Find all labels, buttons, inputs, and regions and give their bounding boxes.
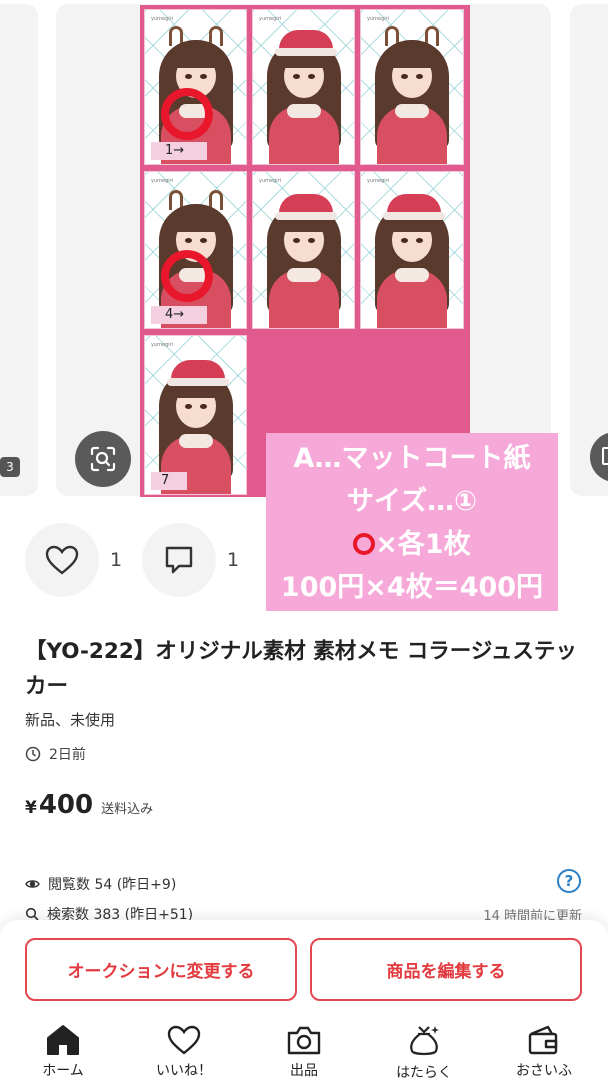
clock-icon [25,746,41,762]
view-stats: 閲覧数 54 (昨日+9) [25,874,176,894]
tab-wallet-label: おさいふ [516,1063,572,1079]
circle-mark-icon [353,533,376,555]
overlay-line: 100円×4枚＝400円 [280,572,544,603]
price-overlay-note: A…マットコート紙 サイズ…① ×各1枚 100円×4枚＝400円 [266,433,558,611]
sticker-panel: yumegiri [252,9,355,165]
posted-time: 2日前 [25,744,86,764]
price-amount: 400 [38,790,94,820]
selection-circle-mark [161,250,213,302]
shipping-note: 送料込み [101,802,154,817]
item-title: 【YO-222】オリジナル素材 素材メモ コラージュステッカー [25,639,577,699]
money-bag-icon [410,1026,439,1056]
posted-time-text: 2日前 [49,747,86,763]
sheet-number-label: 4→ [151,306,207,324]
lens-scan-icon [90,446,116,472]
tab-wallet[interactable]: おさいふ [489,1024,599,1080]
comment-count: 1 [227,549,240,571]
overlay-line: サイズ…① [346,486,478,517]
tab-likes[interactable]: いいね！ [129,1024,239,1080]
search-icon [25,907,39,921]
like-count: 1 [110,549,123,571]
tab-work-label: はたらく [396,1065,452,1080]
product-image[interactable]: yumegiri 1→ yumegiri yumegiri yumegiri 4… [140,5,470,497]
price: ¥ 400 送料込み [25,790,153,820]
sticker-panel: yumegiri 1→ [144,9,247,165]
illustration [367,26,457,164]
heart-icon [167,1025,201,1055]
sticker-panel: yumegiri [360,9,464,165]
like-button[interactable] [25,523,99,597]
tab-sell-label: 出品 [290,1063,318,1079]
tab-likes-label: いいね！ [156,1063,212,1079]
sticker-panel: yumegiri [252,171,355,329]
heart-icon [45,545,79,575]
image-search-button[interactable] [75,431,131,487]
page-indicator: 3 [0,457,20,477]
sticker-panel: yumegiri 4→ [144,171,247,329]
overlay-line: A…マットコート紙 [293,443,531,474]
illustration [259,190,349,328]
home-icon [47,1025,79,1055]
next-image-card[interactable] [570,4,608,496]
illustration [259,26,349,164]
tab-home-label: ホーム [42,1063,84,1079]
eye-icon [25,880,40,888]
help-icon[interactable]: ? [557,869,581,893]
bottom-tab-bar: ホーム いいね！ 出品 はたらく おさいふ [0,1024,608,1080]
sheet-number-label: 1→ [151,142,207,160]
wallet-icon [528,1025,558,1055]
previous-image-card[interactable] [0,4,38,496]
comment-button[interactable] [142,523,216,597]
tab-home[interactable]: ホーム [8,1024,118,1080]
price-currency: ¥ [25,798,37,818]
item-condition: 新品、未使用 [25,711,116,729]
change-to-auction-button[interactable]: オークションに変更する [25,938,297,1001]
view-stats-text: 閲覧数 54 (昨日+9) [48,877,177,893]
comment-icon [165,546,193,574]
tab-sell[interactable]: 出品 [249,1024,359,1080]
edit-item-button[interactable]: 商品を編集する [310,938,582,1001]
tab-work[interactable]: はたらく [369,1024,479,1080]
camera-icon [287,1026,321,1055]
illustration [367,190,457,328]
image-carousel[interactable]: 3 yumegiri 1→ yumegiri yumegiri yumegiri… [0,0,608,500]
overlay-line-with-mark: ×各1枚 [266,523,558,566]
selection-circle-mark [161,88,213,140]
sticker-panel: yumegiri 7 [144,335,247,495]
sheet-number-label: 7 [151,472,187,490]
sticker-panel: yumegiri [360,171,464,329]
